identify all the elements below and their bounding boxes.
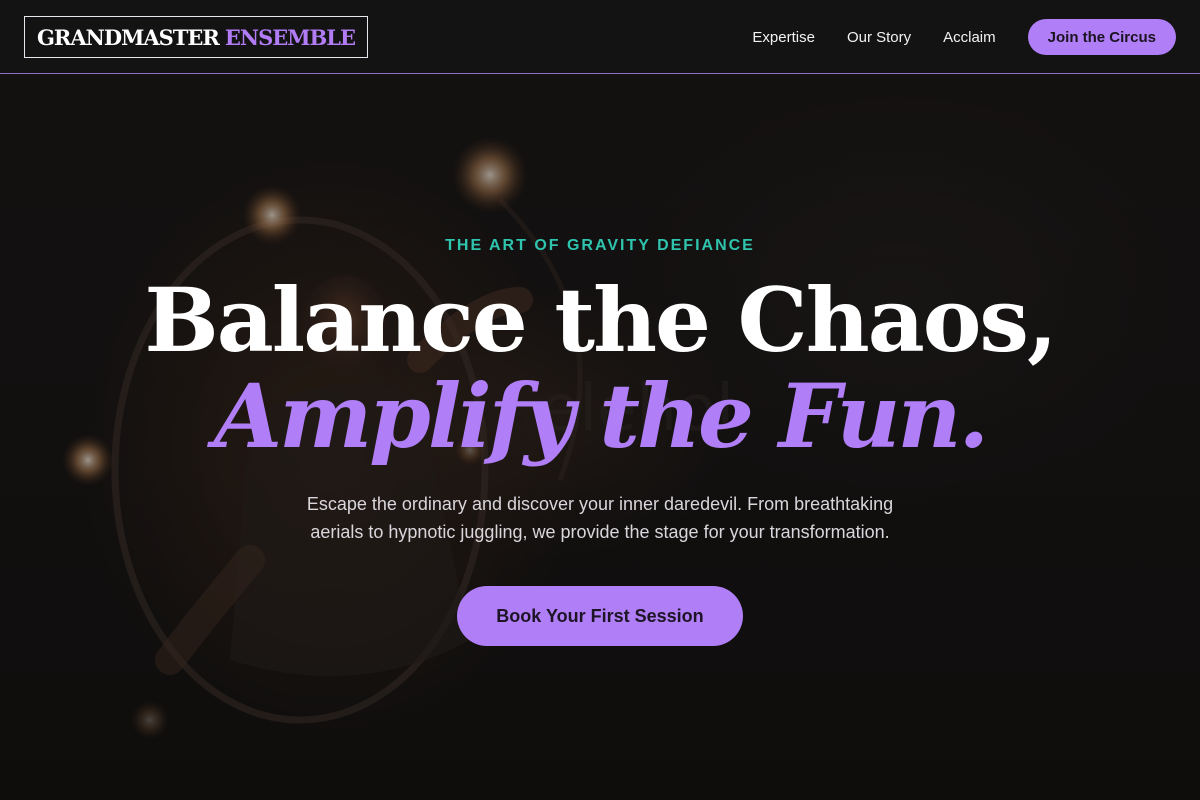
logo-word-grandmaster: GRANDMASTER xyxy=(37,24,220,50)
hero-section: THE ART OF GRAVITY DEFIANCE Balance the … xyxy=(0,74,1200,800)
book-first-session-button[interactable]: Book Your First Session xyxy=(457,586,743,646)
logo[interactable]: GRANDMASTER ENSEMBLE xyxy=(24,16,369,58)
logo-word-ensemble: ENSEMBLE xyxy=(224,24,356,50)
nav-link-our-story[interactable]: Our Story xyxy=(847,29,911,46)
main-nav: Expertise Our Story Acclaim Join the Cir… xyxy=(752,19,1176,55)
hero-headline-line2: Amplify the Fun. xyxy=(213,364,989,468)
nav-link-expertise[interactable]: Expertise xyxy=(752,29,815,46)
nav-link-acclaim[interactable]: Acclaim xyxy=(943,29,996,46)
landing-page: elehol GRANDMASTER ENSEMBLE Expertise Ou… xyxy=(0,0,1200,800)
hero-kicker: THE ART OF GRAVITY DEFIANCE xyxy=(445,237,755,254)
hero-description: Escape the ordinary and discover your in… xyxy=(306,494,894,542)
join-the-circus-button[interactable]: Join the Circus xyxy=(1027,19,1176,55)
site-header: GRANDMASTER ENSEMBLE Expertise Our Story… xyxy=(0,0,1200,74)
hero-headline-line1: Balance the Chaos, xyxy=(144,268,1057,372)
